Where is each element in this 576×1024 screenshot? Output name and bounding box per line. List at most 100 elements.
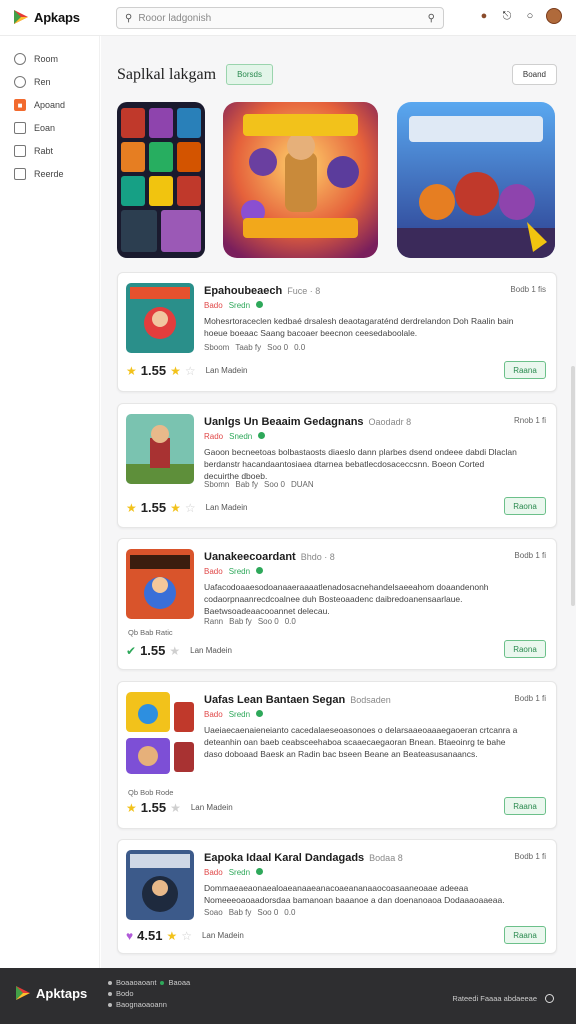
install-button[interactable]: Raana xyxy=(504,926,546,944)
search-submit-icon[interactable]: ⚲ xyxy=(428,13,435,24)
sidebar-item-eoan[interactable]: Eoan xyxy=(0,117,99,139)
app-thumbnail-image xyxy=(126,850,194,920)
app-thumbnail[interactable] xyxy=(126,549,194,619)
sidebar-item-label: Eoan xyxy=(34,123,56,133)
rating-score: 4.51 xyxy=(137,928,163,943)
tag-category: Bado xyxy=(204,567,223,576)
rating-count: Lan Madein xyxy=(205,503,248,512)
app-name[interactable]: Epahoubeaech xyxy=(204,285,282,297)
sidebar-item-label: Rabt xyxy=(34,146,54,156)
footer-link[interactable]: Baognaoaoann xyxy=(116,999,167,1010)
verified-icon xyxy=(256,301,264,308)
sidebar: Room Ren ■ Apoand Eoan Rabt Reerde xyxy=(0,36,100,968)
headset-icon[interactable]: ⎋ xyxy=(500,9,514,23)
meta-item: Sboom xyxy=(204,343,230,352)
meta-item: DUAN xyxy=(290,480,314,489)
user-alert-icon[interactable]: ● xyxy=(477,9,491,23)
globe-icon[interactable] xyxy=(545,994,554,1003)
rating-score: 1.55 xyxy=(140,800,167,815)
install-button[interactable]: Raona xyxy=(504,640,546,658)
app-description: Mohesrtoraceclen kedbaé drsalesh deaotag… xyxy=(204,316,514,338)
install-button[interactable]: Raona xyxy=(504,497,546,515)
tag-status: Sredn xyxy=(228,710,251,719)
footer-legal-text[interactable]: Rateedi Faaaa abdaeeae xyxy=(452,994,537,1003)
list-icon xyxy=(14,168,26,180)
page-action-button[interactable]: Boand xyxy=(511,64,557,85)
avatar[interactable] xyxy=(546,8,562,24)
tag-status: Snedn xyxy=(229,432,253,441)
app-thumbnail-image xyxy=(126,414,194,484)
app-developer: Oaodadr 8 xyxy=(368,417,412,427)
app-name[interactable]: Uafas Lean Bantaen Segan xyxy=(204,694,345,706)
star-empty-icon: ☆ xyxy=(184,363,196,378)
meta-item: Soao xyxy=(204,908,223,917)
install-button[interactable]: Raana xyxy=(504,361,546,379)
meta-item: Sbomn xyxy=(204,480,230,489)
app-card[interactable]: Qb Bab Ratic Uanakeecoardant Bhdo · 8 Bo… xyxy=(117,538,557,670)
app-icon: ■ xyxy=(14,99,26,111)
banner-collage[interactable] xyxy=(117,102,205,258)
app-sub-label: Qb Bab Ratic xyxy=(128,628,173,637)
star-empty-icon: ☆ xyxy=(181,928,192,943)
rating-count: Lan Madein xyxy=(190,803,233,812)
verified-icon xyxy=(256,567,264,574)
tag-status: Sredn xyxy=(228,301,251,310)
app-description: Gaoon becneetoas bolbastaosts diaeslo da… xyxy=(204,447,517,481)
sidebar-item-room[interactable]: Room xyxy=(0,48,99,70)
app-date: Bodb 1 fi xyxy=(514,852,546,861)
app-card[interactable]: Qb Bob Rode Uafas Lean Bantaen Segan Bod… xyxy=(117,681,557,829)
install-button[interactable]: Raana xyxy=(504,797,546,815)
app-logo[interactable]: Apkaps xyxy=(12,8,80,26)
notification-icon[interactable]: ○ xyxy=(523,9,537,23)
banner-featured-2[interactable] xyxy=(397,102,555,258)
sidebar-item-label: Ren xyxy=(34,77,51,87)
rating-count: Lan Madein xyxy=(190,646,232,655)
app-description: Uaeiaecaenaieneianto cacedalaeseoasonoes… xyxy=(204,725,518,759)
star-icon: ★ xyxy=(126,363,137,378)
rating-score: 1.55 xyxy=(140,363,167,378)
star-empty-icon: ★ xyxy=(170,800,181,815)
footer-link[interactable]: Boaaoaoant xyxy=(116,977,156,988)
app-thumbnail[interactable] xyxy=(126,414,194,484)
footer-app-name: Apktaps xyxy=(36,985,88,1001)
app-date: Rnob 1 fi xyxy=(513,416,546,425)
footer-logo[interactable]: Apktaps xyxy=(14,984,87,1002)
meta-item: Soo 0 xyxy=(257,908,279,917)
app-logo-icon xyxy=(16,986,30,1000)
banner-featured-1[interactable] xyxy=(223,102,378,258)
app-card[interactable]: Epahoubeaech Fuce · 8 Bodb 1 fis Bado Sr… xyxy=(117,272,557,392)
star-empty-icon: ☆ xyxy=(184,500,196,515)
footer-link[interactable]: Bodo xyxy=(116,988,134,999)
app-name[interactable]: Uanakeecoardant xyxy=(204,551,296,563)
app-card[interactable]: Uanlgs Un Beaaim Gedagnans Oaodadr 8 Rno… xyxy=(117,403,557,528)
star-empty-icon: ★ xyxy=(169,643,181,658)
app-thumbnail[interactable] xyxy=(126,283,194,353)
app-developer: Bodaa 8 xyxy=(369,853,403,863)
search-icon: ⚲ xyxy=(125,12,133,24)
sidebar-item-apoand[interactable]: ■ Apoand xyxy=(0,94,99,116)
verified-icon xyxy=(258,432,266,439)
app-developer: Fuce · 8 xyxy=(287,286,321,296)
rating-score: 1.55 xyxy=(140,500,167,515)
calendar-icon xyxy=(14,145,26,157)
rating-count: Lan Madein xyxy=(205,366,248,375)
app-thumbnail[interactable] xyxy=(126,850,194,920)
app-name[interactable]: Uanlgs Un Beaaim Gedagnans xyxy=(204,416,364,428)
app-thumbnail-image xyxy=(126,283,194,353)
sidebar-item-reerde[interactable]: Reerde xyxy=(0,163,99,185)
search-input[interactable] xyxy=(138,12,422,24)
app-card[interactable]: Eapoka Idaal Karal Dandagads Bodaa 8 Bod… xyxy=(117,839,557,954)
app-thumbnail-grid[interactable] xyxy=(126,692,194,774)
app-name[interactable]: Eapoka Idaal Karal Dandagads xyxy=(204,852,364,864)
sidebar-item-rabt[interactable]: Rabt xyxy=(0,140,99,162)
star-icon: ★ xyxy=(126,500,137,515)
footer-link[interactable]: Baoaa xyxy=(168,977,190,988)
bullet-icon xyxy=(160,980,165,985)
app-sub-label: Qb Bob Rode xyxy=(128,788,174,797)
scrollbar[interactable] xyxy=(571,366,575,606)
sidebar-item-ren[interactable]: Ren xyxy=(0,71,99,93)
page-badge[interactable]: Borsds xyxy=(226,64,273,85)
search-bar[interactable]: ⚲ ⚲ xyxy=(116,7,444,29)
meta-item: 0.0 xyxy=(294,343,306,352)
app-thumbnail-image xyxy=(126,549,194,619)
